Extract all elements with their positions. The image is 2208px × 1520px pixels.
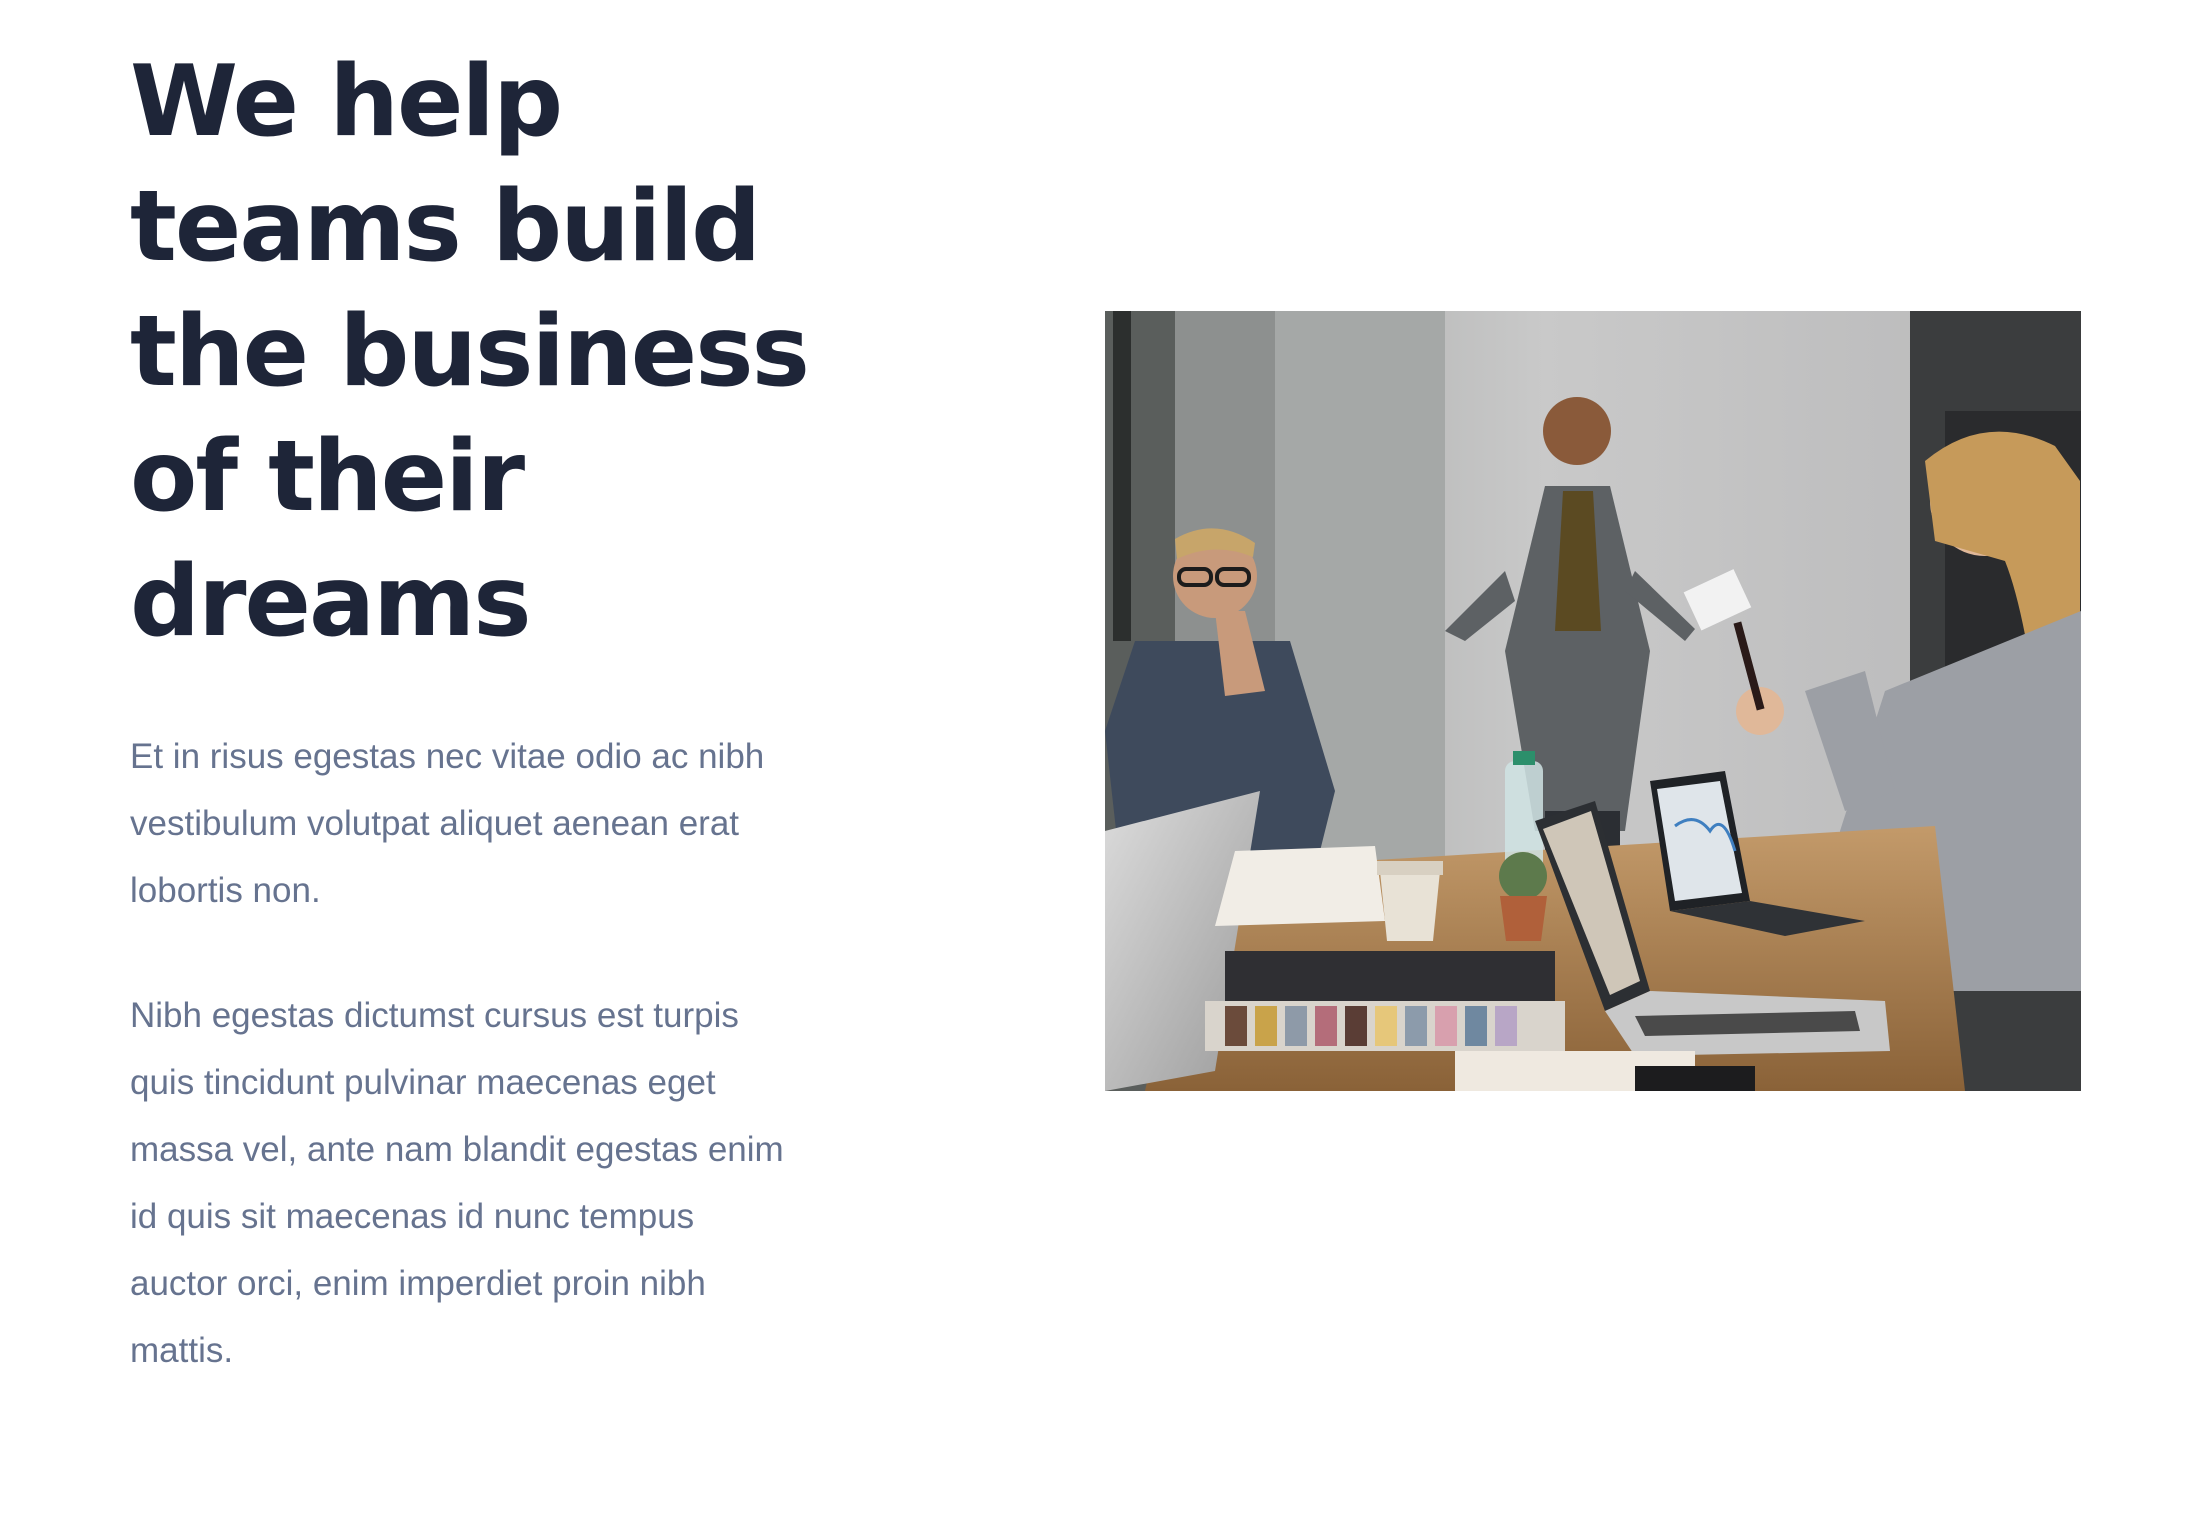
paragraph-line: massa vel, ante nam blandit egestas enim bbox=[130, 1130, 784, 1169]
hero-section: We help teams build the business of thei… bbox=[0, 0, 2208, 1520]
paragraph-line: Et in risus egestas nec vitae odio ac ni… bbox=[130, 737, 765, 776]
paragraph-line: quis tincidunt pulvinar maecenas eget bbox=[130, 1063, 716, 1102]
headline-line: teams build bbox=[130, 170, 761, 284]
paragraph-line: lobortis non. bbox=[130, 871, 321, 910]
headline-line: of their bbox=[130, 420, 525, 534]
paragraph-line: vestibulum volutpat aliquet aenean erat bbox=[130, 804, 740, 843]
team-meeting-photo bbox=[1105, 311, 2081, 1091]
headline-line: dreams bbox=[130, 545, 532, 659]
paragraph-line: Nibh egestas dictumst cursus est turpis bbox=[130, 996, 739, 1035]
hero-text-column: We help teams build the business of thei… bbox=[130, 40, 870, 1384]
intro-paragraph: Et in risus egestas nec vitae odio ac ni… bbox=[130, 723, 870, 924]
paragraph-line: mattis. bbox=[130, 1331, 234, 1370]
paragraph-line: id quis sit maecenas id nunc tempus bbox=[130, 1197, 695, 1236]
paragraph-line: auctor orci, enim imperdiet proin nibh bbox=[130, 1264, 706, 1303]
headline-line: We help bbox=[130, 45, 563, 159]
detail-paragraph: Nibh egestas dictumst cursus est turpis … bbox=[130, 982, 870, 1384]
headline-line: the business bbox=[130, 295, 810, 409]
hero-headline: We help teams build the business of thei… bbox=[130, 40, 870, 665]
